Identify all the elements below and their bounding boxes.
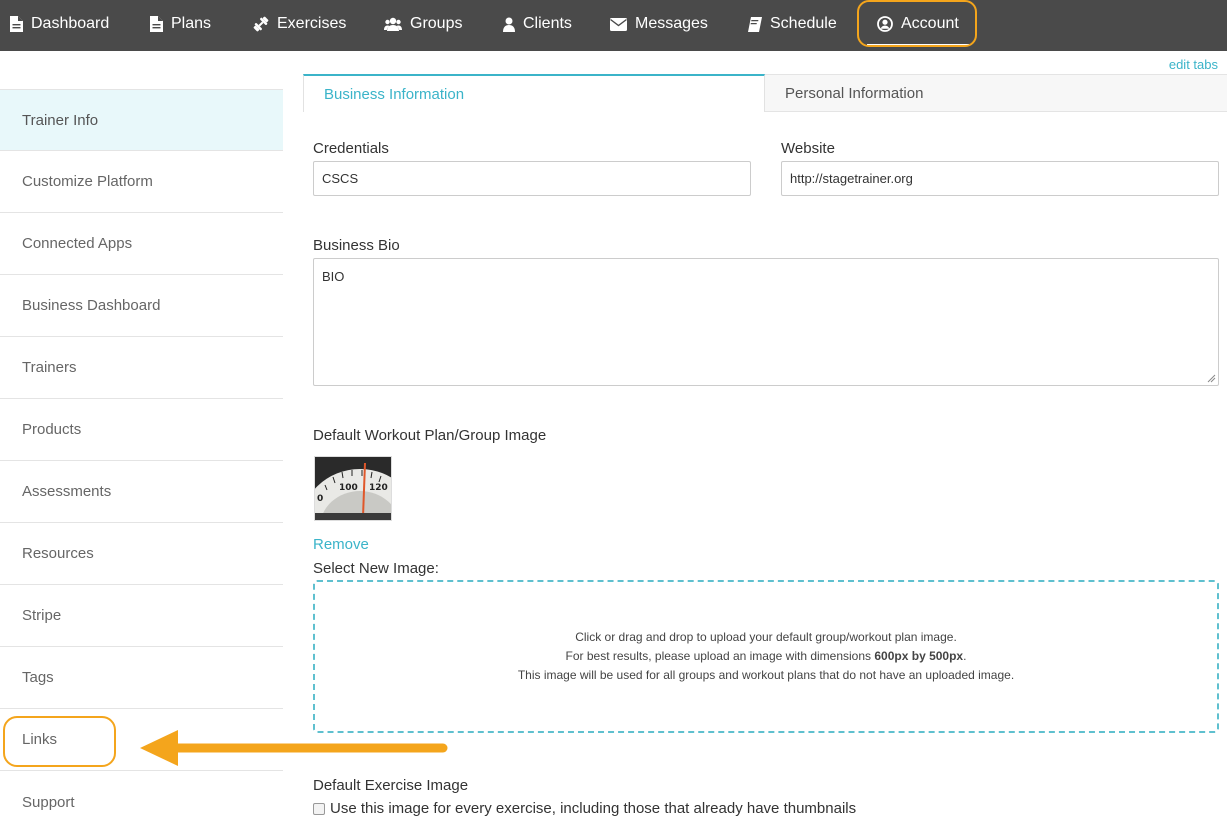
sidebar-item-connected-apps[interactable]: Connected Apps	[0, 213, 283, 275]
website-value: http://stagetrainer.org	[790, 171, 913, 186]
top-nav: Dashboard Plans Exercises Groups Clients…	[0, 0, 1227, 51]
nav-clients[interactable]: Clients	[503, 0, 572, 48]
sidebar-item-label: Resources	[22, 545, 94, 562]
dimensions-hint-text: For best results, please upload an image…	[565, 649, 875, 663]
dropzone-usage-note: This image will be used for all groups a…	[517, 668, 1015, 682]
credentials-input[interactable]: CSCS	[313, 161, 751, 196]
business-bio-textarea[interactable]: BIO	[313, 258, 1219, 386]
sidebar-item-trainers[interactable]: Trainers	[0, 337, 283, 399]
nav-exercises-label: Exercises	[277, 15, 347, 32]
sidebar-item-label: Trainer Info	[22, 111, 99, 129]
dumbbell-icon	[253, 16, 269, 32]
nav-dashboard[interactable]: Dashboard	[10, 0, 109, 48]
select-new-image-label: Select New Image:	[313, 560, 439, 577]
tab-business-information[interactable]: Business Information	[303, 74, 765, 112]
default-image-label: Default Workout Plan/Group Image	[313, 427, 547, 444]
nav-exercises[interactable]: Exercises	[253, 0, 346, 48]
account-highlight-annotation	[857, 0, 977, 47]
sidebar-item-assessments[interactable]: Assessments	[0, 461, 283, 523]
use-image-for-every-exercise-row: Use this image for every exercise, inclu…	[313, 800, 856, 817]
sidebar-item-label: Trainers	[22, 359, 77, 376]
file-icon	[150, 16, 163, 32]
envelope-icon	[610, 17, 627, 31]
credentials-value: CSCS	[322, 171, 359, 186]
dimensions-hint-end: .	[963, 649, 967, 663]
tab-label: Business Information	[324, 85, 465, 103]
sidebar-item-label: Connected Apps	[22, 235, 133, 252]
sidebar-item-label: Tags	[22, 669, 54, 686]
svg-text:100: 100	[339, 483, 358, 493]
website-input[interactable]: http://stagetrainer.org	[781, 161, 1219, 196]
default-image-thumbnail: 100 120 0	[314, 456, 392, 521]
user-icon	[503, 17, 515, 32]
sidebar-item-tags[interactable]: Tags	[0, 647, 283, 709]
svg-text:120: 120	[369, 483, 388, 493]
tab-label: Personal Information	[785, 84, 924, 102]
links-highlight-annotation	[3, 716, 116, 767]
default-exercise-image-label: Default Exercise Image	[313, 777, 469, 794]
nav-messages[interactable]: Messages	[610, 0, 708, 48]
sidebar-item-label: Assessments	[22, 483, 112, 500]
nav-schedule-label: Schedule	[770, 15, 837, 32]
file-icon	[10, 16, 23, 32]
nav-groups-label: Groups	[410, 15, 463, 32]
resize-handle-icon[interactable]	[1207, 374, 1216, 383]
sidebar-item-trainer-info[interactable]: Trainer Info	[0, 89, 283, 151]
nav-plans[interactable]: Plans	[150, 0, 211, 48]
business-bio-label: Business Bio	[313, 237, 400, 254]
svg-text:0: 0	[317, 494, 323, 504]
arrow-left-icon	[140, 730, 448, 766]
sidebar-item-label: Support	[22, 793, 75, 811]
sidebar-item-label: Stripe	[22, 607, 62, 624]
business-bio-value: BIO	[322, 269, 345, 284]
sidebar-item-products[interactable]: Products	[0, 399, 283, 461]
sidebar-item-support[interactable]: Support	[0, 771, 283, 828]
checkbox-label: Use this image for every exercise, inclu…	[330, 800, 857, 817]
nav-messages-label: Messages	[635, 15, 708, 32]
tab-personal-information[interactable]: Personal Information	[765, 74, 1227, 112]
sidebar-item-label: Products	[22, 421, 82, 438]
remove-image-link[interactable]: Remove	[313, 536, 369, 553]
sidebar-item-stripe[interactable]: Stripe	[0, 585, 283, 647]
sidebar-item-business-dashboard[interactable]: Business Dashboard	[0, 275, 283, 337]
dropzone-dimensions-hint: For best results, please upload an image…	[566, 647, 967, 666]
nav-clients-label: Clients	[523, 15, 572, 32]
edit-tabs-link[interactable]: edit tabs	[1169, 57, 1218, 72]
credentials-label: Credentials	[313, 140, 389, 157]
sidebar-item-resources[interactable]: Resources	[0, 523, 283, 585]
sidebar-item-label: Customize Platform	[22, 173, 153, 190]
dimensions-value: 600px by 500px	[874, 649, 964, 663]
use-image-for-every-exercise-checkbox[interactable]	[313, 802, 325, 815]
nav-plans-label: Plans	[171, 15, 212, 32]
sidebar-item-customize-platform[interactable]: Customize Platform	[0, 151, 283, 213]
dropzone-instruction: Click or drag and drop to upload your de…	[575, 630, 957, 644]
nav-schedule[interactable]: Schedule	[748, 0, 837, 48]
nav-dashboard-label: Dashboard	[31, 15, 110, 32]
image-upload-dropzone[interactable]: Click or drag and drop to upload your de…	[313, 580, 1219, 733]
sidebar-item-label: Business Dashboard	[22, 297, 161, 314]
book-icon	[748, 16, 762, 32]
nav-groups[interactable]: Groups	[384, 0, 462, 48]
scale-dial-image: 100 120 0	[315, 457, 391, 520]
website-label: Website	[781, 140, 835, 157]
users-icon	[384, 17, 402, 31]
tab-bar: Business Information Personal Informatio…	[303, 74, 1227, 112]
